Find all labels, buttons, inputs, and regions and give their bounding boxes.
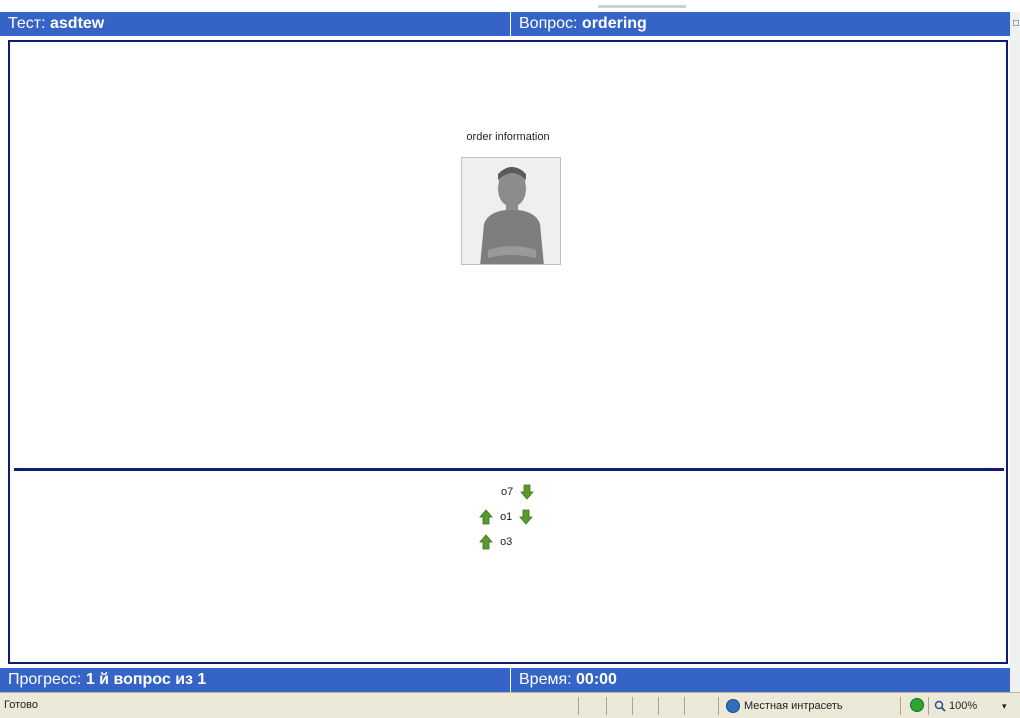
content-panel: order information o7 o1 o3: [8, 40, 1008, 664]
time-label: Время:: [519, 671, 577, 688]
answer-item: o7: [497, 481, 535, 503]
move-up-icon[interactable]: [479, 509, 493, 525]
progress-value: 1 й вопрос из 1: [85, 671, 207, 688]
question-name: ordering: [581, 15, 647, 32]
move-down-icon[interactable]: [520, 484, 535, 500]
status-separator: [928, 697, 929, 715]
scroll-tick: [1013, 20, 1019, 26]
test-label: Тест:: [8, 15, 50, 32]
zoom-dropdown-icon[interactable]: ▾: [1002, 697, 1007, 715]
answer-item: o1: [479, 506, 534, 528]
answer-label: o1: [500, 511, 513, 524]
footer-bar: Прогресс: 1 й вопрос из 1 Время: 00:00: [0, 668, 1010, 692]
status-separator: [718, 697, 719, 715]
top-notch: [598, 5, 686, 8]
zoom-value: 100%: [949, 700, 978, 712]
window-top-strip: [0, 0, 1020, 12]
answer-label: o3: [500, 536, 513, 549]
zoom-control[interactable]: 100%: [934, 697, 977, 715]
question-area: order information: [10, 42, 1006, 468]
question-title: order information: [466, 131, 550, 143]
security-zone[interactable]: Местная интрасеть: [726, 697, 843, 715]
browser-status-bar: Готово Местная интрасеть 100% ▾: [0, 692, 1020, 718]
move-down-icon[interactable]: [519, 509, 534, 525]
status-separator: [606, 697, 607, 715]
status-separator: [900, 697, 901, 715]
status-separator: [684, 697, 685, 715]
time-cell: Время: 00:00: [510, 668, 1010, 692]
zone-label: Местная интрасеть: [744, 700, 843, 713]
globe-icon: [726, 699, 740, 714]
test-name-cell: Тест: asdtew: [0, 12, 510, 36]
answer-area: o7 o1 o3: [10, 472, 1006, 660]
question-label: Вопрос:: [519, 15, 582, 32]
magnifier-icon: [934, 700, 946, 712]
status-text: Готово: [4, 699, 38, 711]
header-bar: Тест: asdtew Вопрос: ordering: [0, 12, 1010, 36]
answer-label: o7: [501, 486, 514, 499]
progress-cell: Прогресс: 1 й вопрос из 1: [0, 668, 510, 692]
move-up-icon[interactable]: [479, 534, 493, 550]
progress-label: Прогресс:: [8, 671, 86, 688]
scrollbar-gutter[interactable]: [1010, 12, 1020, 692]
answer-item: o3: [479, 531, 516, 553]
question-name-cell: Вопрос: ordering: [510, 12, 1010, 36]
test-name: asdtew: [50, 15, 105, 32]
question-image: [461, 157, 561, 265]
status-separator: [658, 697, 659, 715]
time-value: 00:00: [576, 671, 617, 688]
protected-mode-icon[interactable]: [910, 698, 924, 712]
person-photo-icon: [462, 158, 560, 264]
status-separator: [578, 697, 579, 715]
question-answer-divider: [14, 468, 1004, 471]
status-separator: [632, 697, 633, 715]
